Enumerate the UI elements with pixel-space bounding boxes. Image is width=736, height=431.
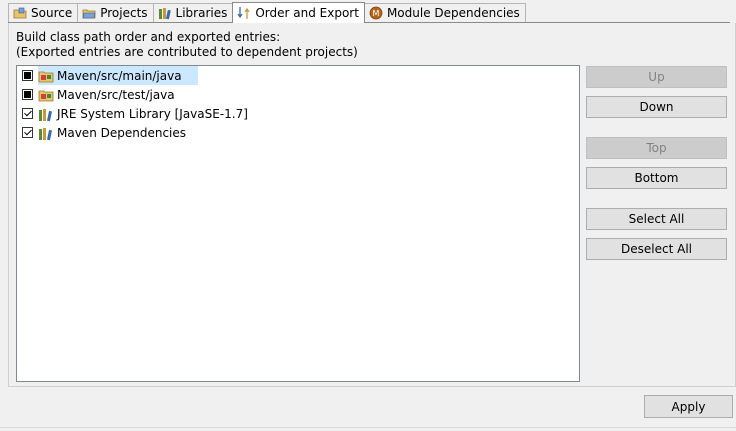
tab-projects[interactable]: Projects (77, 3, 154, 22)
module-icon: M (369, 6, 383, 20)
classpath-entry-list[interactable]: Maven/src/main/java Maven/src/test/java (16, 65, 580, 382)
description-line-2: (Exported entries are contributed to dep… (16, 45, 358, 59)
list-item-jre-system-library[interactable]: JRE System Library [JavaSE-1.7] (22, 104, 264, 123)
svg-text:M: M (373, 9, 380, 18)
tab-order-and-export-label: Order and Export (255, 6, 359, 20)
bottom-button[interactable]: Bottom (586, 167, 727, 189)
list-item-maven-dependencies[interactable]: Maven Dependencies (22, 123, 202, 142)
tab-module-dependencies-label: Module Dependencies (386, 6, 520, 20)
entry-export-checkbox[interactable] (22, 89, 33, 100)
entry-export-checkbox[interactable] (22, 108, 33, 119)
entry-label-wrap: Maven/src/main/java (38, 66, 198, 85)
footer-divider (0, 427, 736, 428)
entry-export-checkbox[interactable] (22, 127, 33, 138)
tab-order-and-export[interactable]: Order and Export (232, 2, 365, 23)
libraries-icon (158, 8, 171, 20)
entry-label: JRE System Library [JavaSE-1.7] (57, 106, 248, 121)
entry-label-wrap: Maven/src/test/java (38, 85, 191, 104)
down-button[interactable]: Down (586, 96, 727, 118)
list-item-maven-src-main-java[interactable]: Maven/src/main/java (22, 66, 198, 85)
library-icon (39, 127, 52, 140)
entry-label: Maven/src/test/java (57, 87, 175, 102)
entry-label: Maven Dependencies (57, 125, 187, 140)
entry-label: Maven/src/main/java (57, 68, 182, 83)
up-button[interactable]: Up (586, 66, 727, 88)
tab-libraries[interactable]: Libraries (152, 3, 234, 22)
order-export-panel: Build class path order and exported entr… (8, 23, 736, 387)
tab-source[interactable]: Source (8, 3, 79, 22)
tab-source-label: Source (31, 6, 73, 20)
source-folder-icon (38, 71, 54, 82)
entry-label-wrap: JRE System Library [JavaSE-1.7] (38, 104, 264, 123)
source-folder-icon (13, 7, 27, 19)
tab-projects-label: Projects (100, 6, 148, 20)
description-line-1: Build class path order and exported entr… (16, 30, 281, 44)
select-all-button[interactable]: Select All (586, 208, 727, 230)
top-button[interactable]: Top (586, 137, 727, 159)
entry-label-wrap: Maven Dependencies (38, 123, 202, 142)
order-export-icon (237, 7, 250, 19)
description: Build class path order and exported entr… (16, 30, 358, 60)
library-icon (39, 108, 52, 121)
deselect-all-button[interactable]: Deselect All (586, 238, 727, 260)
source-folder-icon (38, 90, 54, 101)
tab-module-dependencies[interactable]: M Module Dependencies (363, 3, 526, 22)
list-item-maven-src-test-java[interactable]: Maven/src/test/java (22, 85, 191, 104)
tab-libraries-label: Libraries (175, 6, 228, 20)
apply-button[interactable]: Apply (644, 395, 733, 418)
tab-bar: Source Projects Libraries Order and Expo… (8, 2, 526, 23)
entry-export-checkbox[interactable] (22, 70, 33, 81)
projects-folder-icon (82, 9, 96, 19)
